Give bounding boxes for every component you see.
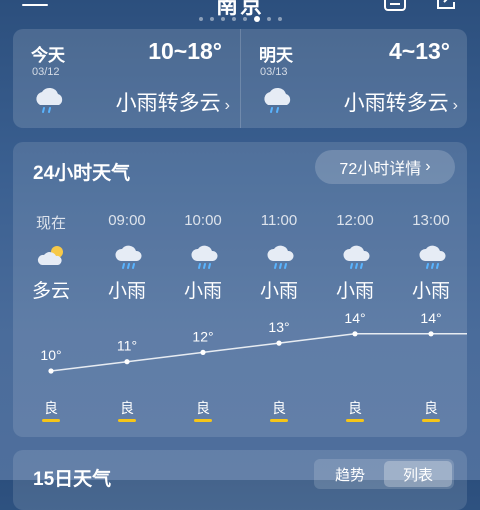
- page-dot: [231, 17, 236, 21]
- tab-trend[interactable]: 趋势: [316, 461, 384, 487]
- temperature-point: [124, 359, 130, 365]
- top-bar: 南京: [0, 0, 480, 28]
- page-dot: [209, 17, 214, 21]
- page-dot: [253, 16, 260, 22]
- share-icon[interactable]: [435, 0, 457, 12]
- page-dot: [198, 17, 203, 21]
- rain-cloud-icon: [264, 87, 291, 113]
- day-label: 明天: [259, 46, 293, 65]
- temperature-point: [352, 331, 358, 337]
- day-date: 03/13: [260, 66, 288, 78]
- temperature-point: [276, 340, 282, 346]
- day-summary-card: 今天 03/12 10~18° 小雨转多云 › 明天 03/13 4~13° 小雨…: [13, 29, 467, 128]
- day-temperature: 4~13°: [388, 38, 450, 64]
- temperature-label: 11°: [117, 338, 137, 354]
- temperature-label: 14°: [420, 310, 441, 326]
- day-condition: 小雨转多云 ›: [115, 92, 230, 115]
- tomorrow-summary[interactable]: 明天 03/13 4~13° 小雨转多云 ›: [241, 29, 468, 128]
- day-label: 今天: [31, 46, 65, 65]
- tab-list[interactable]: 列表: [384, 461, 452, 487]
- day-date: 03/12: [32, 66, 60, 78]
- view-toggle: 趋势 列表: [314, 459, 454, 489]
- page-dot: [242, 17, 247, 21]
- fifteen-day-card: 15日天气 趋势 列表: [13, 450, 467, 510]
- fifteen-day-title: 15日天气: [33, 469, 112, 490]
- temperature-label: 13°: [268, 319, 289, 335]
- day-temperature: 10~18°: [148, 38, 222, 64]
- page-dot: [220, 17, 225, 21]
- calendar-icon[interactable]: [383, 0, 407, 12]
- temperature-label: 12°: [192, 328, 213, 344]
- temperature-label: 14°: [344, 310, 365, 326]
- page-dot: [266, 17, 271, 21]
- rain-cloud-icon: [36, 87, 63, 113]
- today-summary[interactable]: 今天 03/12 10~18° 小雨转多云 ›: [13, 29, 240, 128]
- temperature-label: 10°: [40, 347, 61, 363]
- temperature-point: [428, 331, 434, 337]
- hourly-forecast-card: 24小时天气 72小时详情 › 现在 多云良 09:00 小雨良 10:00 小雨良 11:0…: [13, 142, 467, 437]
- page-indicator: [0, 16, 480, 22]
- temperature-point: [48, 368, 54, 374]
- temperature-curve: 10° 11° 12° 13° 14° 14°: [40, 310, 467, 374]
- page-dot: [277, 17, 282, 21]
- day-condition: 小雨转多云 ›: [343, 92, 458, 115]
- temperature-line: [50, 333, 467, 372]
- temperature-point: [200, 349, 206, 355]
